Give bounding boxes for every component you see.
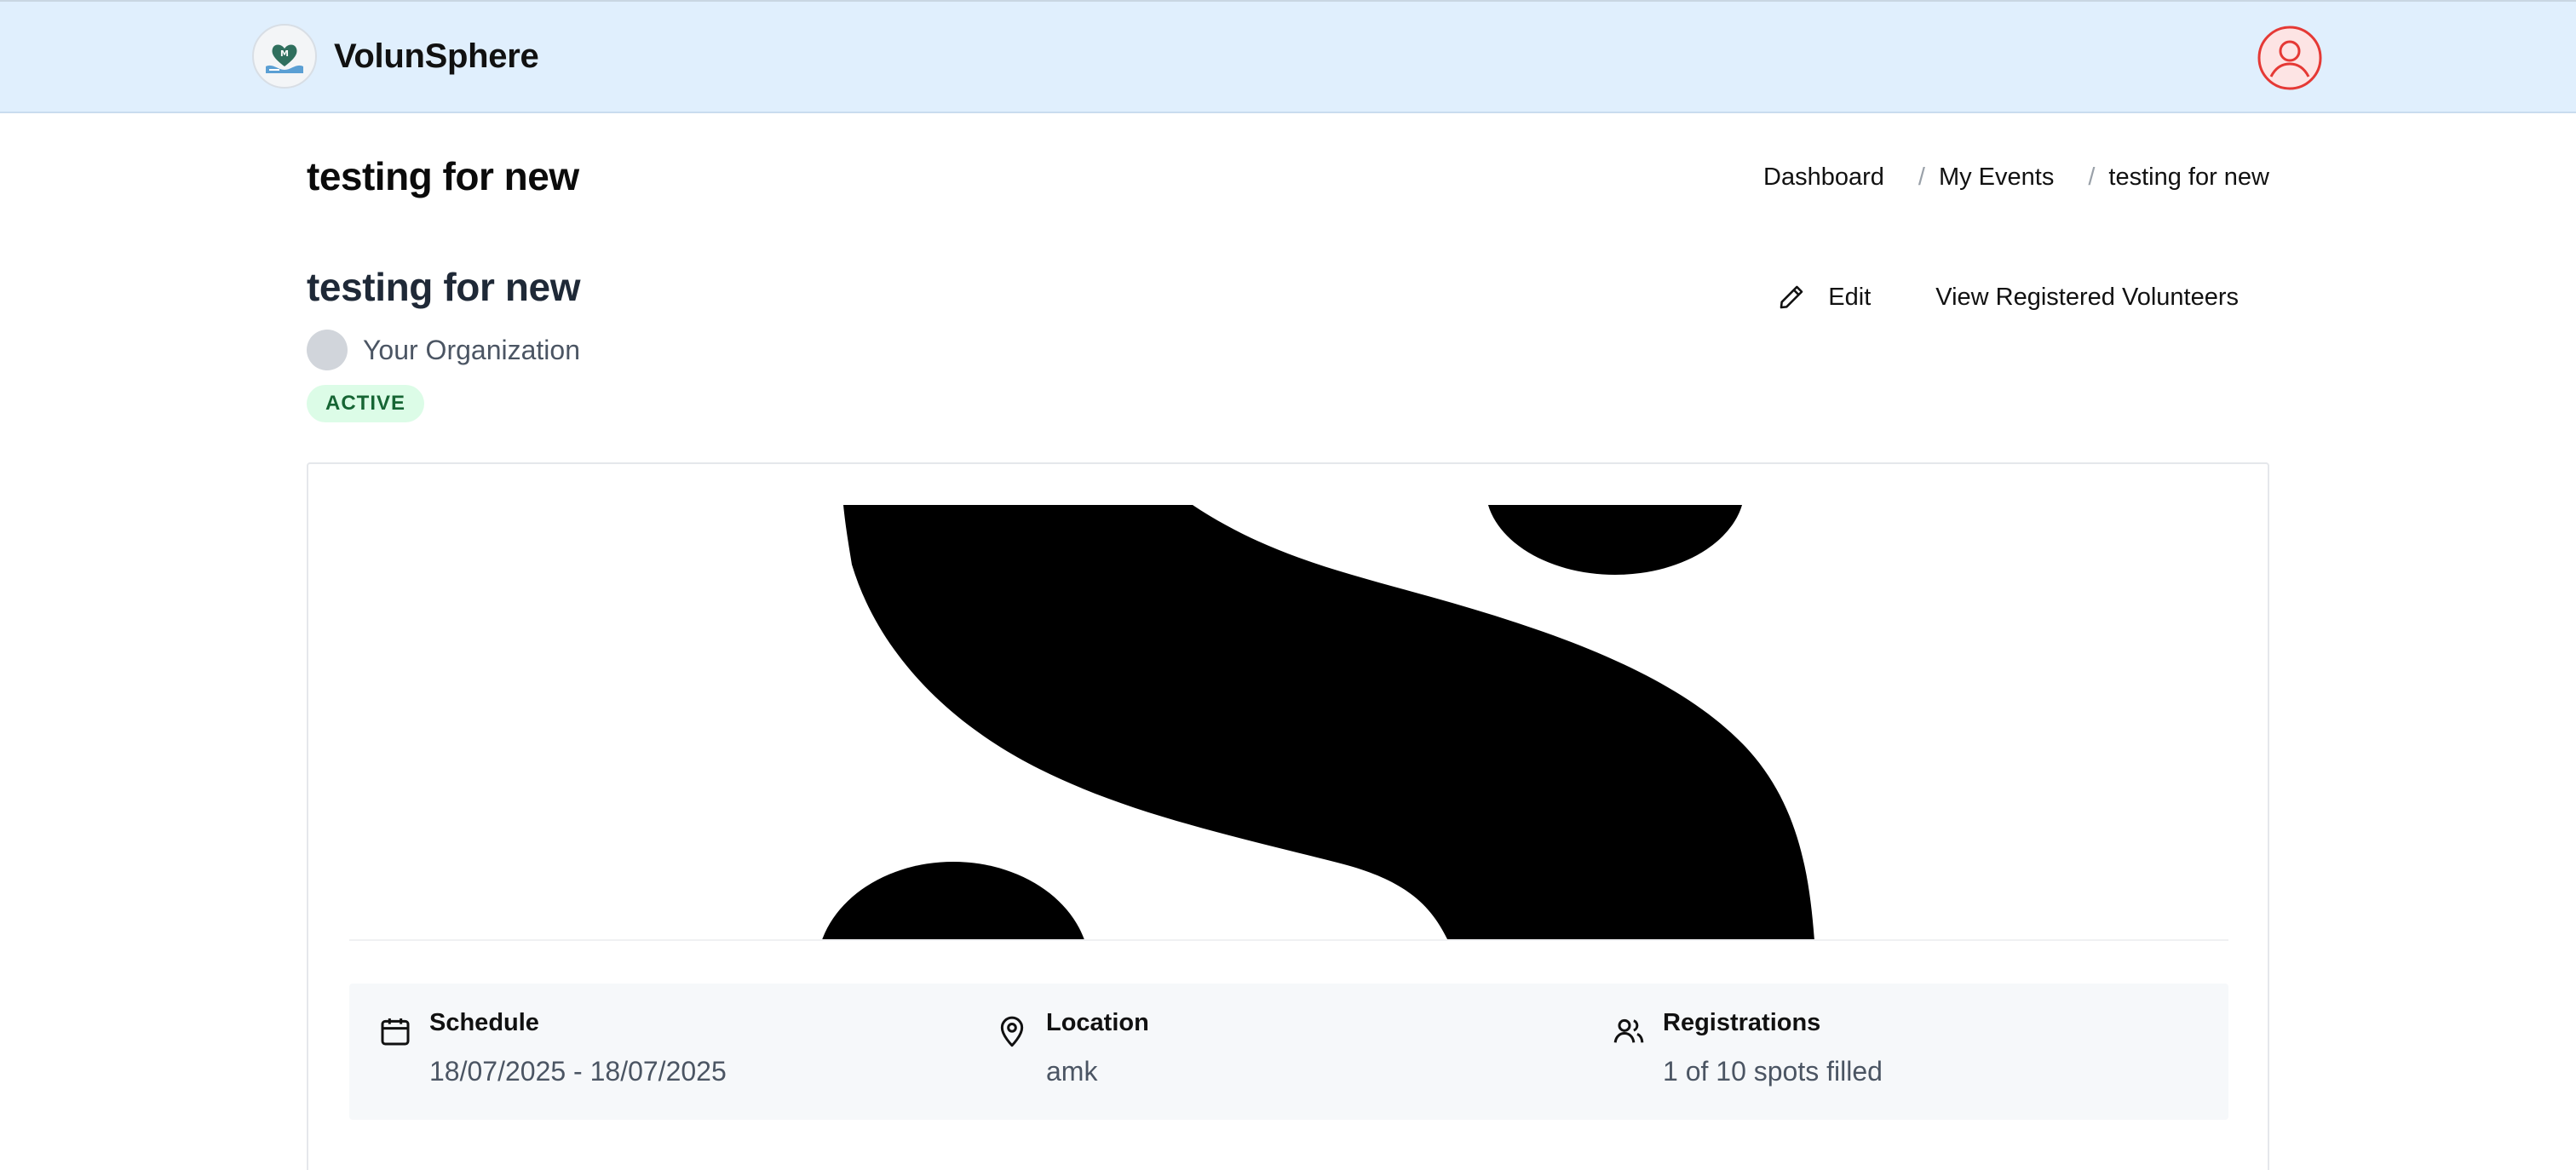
event-title: testing for new xyxy=(307,265,581,309)
heart-hands-logo-icon: M xyxy=(252,24,317,89)
top-navbar: M VolunSphere xyxy=(0,0,2576,113)
status-badge: ACTIVE xyxy=(307,385,425,422)
registrations-label: Registrations xyxy=(1663,1009,1821,1036)
edit-button[interactable]: Edit xyxy=(1750,274,1898,320)
breadcrumb-current: testing for new xyxy=(2108,163,2269,191)
breadcrumb-my-events[interactable]: My Events xyxy=(1939,163,2054,192)
calendar-icon xyxy=(381,1018,410,1046)
event-details: Schedule 18/07/2025 - 18/07/2025 Locatio… xyxy=(349,984,2228,1120)
event-card: Schedule 18/07/2025 - 18/07/2025 Locatio… xyxy=(307,462,2269,1170)
pencil-icon xyxy=(1780,285,1803,309)
event-banner-image xyxy=(349,505,2228,941)
page-title: testing for new xyxy=(307,154,579,198)
breadcrumb-dashboard[interactable]: Dashboard xyxy=(1763,163,1884,192)
organization-name: Your Organization xyxy=(363,334,580,365)
registrations-value: 1 of 10 spots filled xyxy=(1663,1056,1883,1087)
location-value: amk xyxy=(1046,1056,1098,1087)
schedule-label: Schedule xyxy=(429,1009,539,1036)
user-circle-icon xyxy=(2257,26,2322,90)
profile-button[interactable] xyxy=(2257,26,2322,90)
users-icon xyxy=(1613,1018,1644,1043)
registrations-detail: Registrations 1 of 10 spots filled xyxy=(1612,1009,1883,1087)
organization: Your Organization xyxy=(307,330,580,370)
brand-home-link[interactable]: M VolunSphere xyxy=(252,24,539,89)
breadcrumb: Dashboard / My Events / testing for new xyxy=(1763,163,2269,192)
svg-text:M: M xyxy=(280,49,289,59)
map-pin-icon xyxy=(1000,1016,1024,1047)
location-label: Location xyxy=(1046,1009,1149,1036)
schedule-detail: Schedule 18/07/2025 - 18/07/2025 xyxy=(378,1009,727,1087)
edit-label: Edit xyxy=(1828,283,1872,311)
view-volunteers-label: View Registered Volunteers xyxy=(1935,283,2239,311)
black-s-logo-image xyxy=(822,505,1814,939)
organization-avatar xyxy=(307,330,348,370)
schedule-value: 18/07/2025 - 18/07/2025 xyxy=(429,1056,727,1087)
location-detail: Location amk xyxy=(995,1009,1149,1087)
brand-name: VolunSphere xyxy=(334,37,539,75)
view-registered-volunteers-button[interactable]: View Registered Volunteers xyxy=(1908,275,2266,320)
breadcrumb-separator: / xyxy=(2088,163,2096,191)
breadcrumb-separator: / xyxy=(1918,163,1925,191)
event-actions: Edit View Registered Volunteers xyxy=(1750,274,2266,320)
